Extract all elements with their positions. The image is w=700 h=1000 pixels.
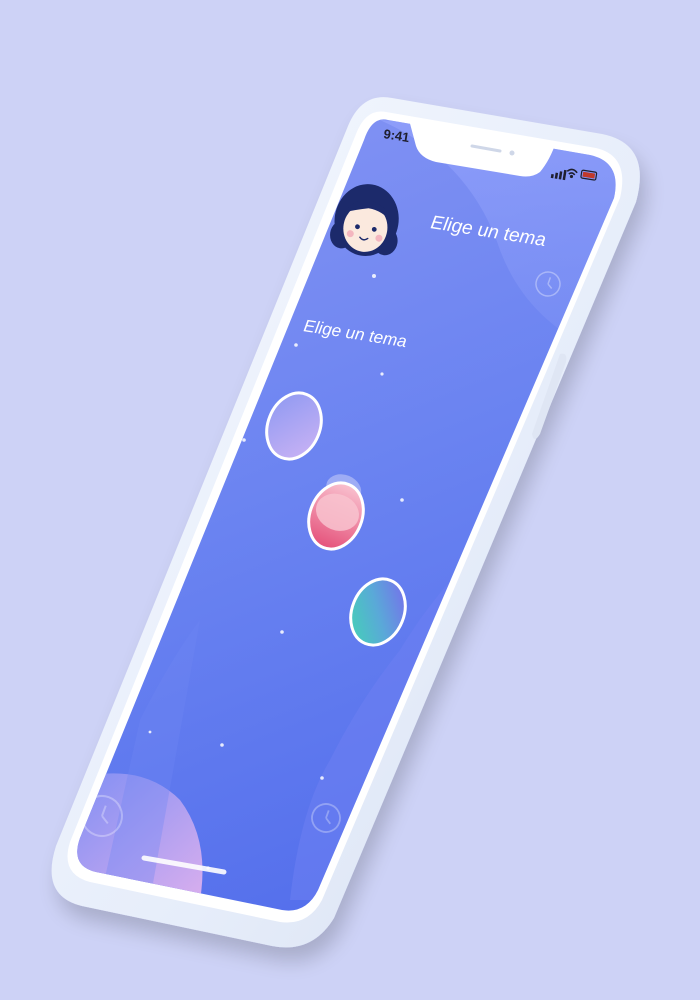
camera xyxy=(509,150,515,156)
phone-mockup-scene: 9:41 Elige un tema Elige un tema xyxy=(51,97,640,948)
